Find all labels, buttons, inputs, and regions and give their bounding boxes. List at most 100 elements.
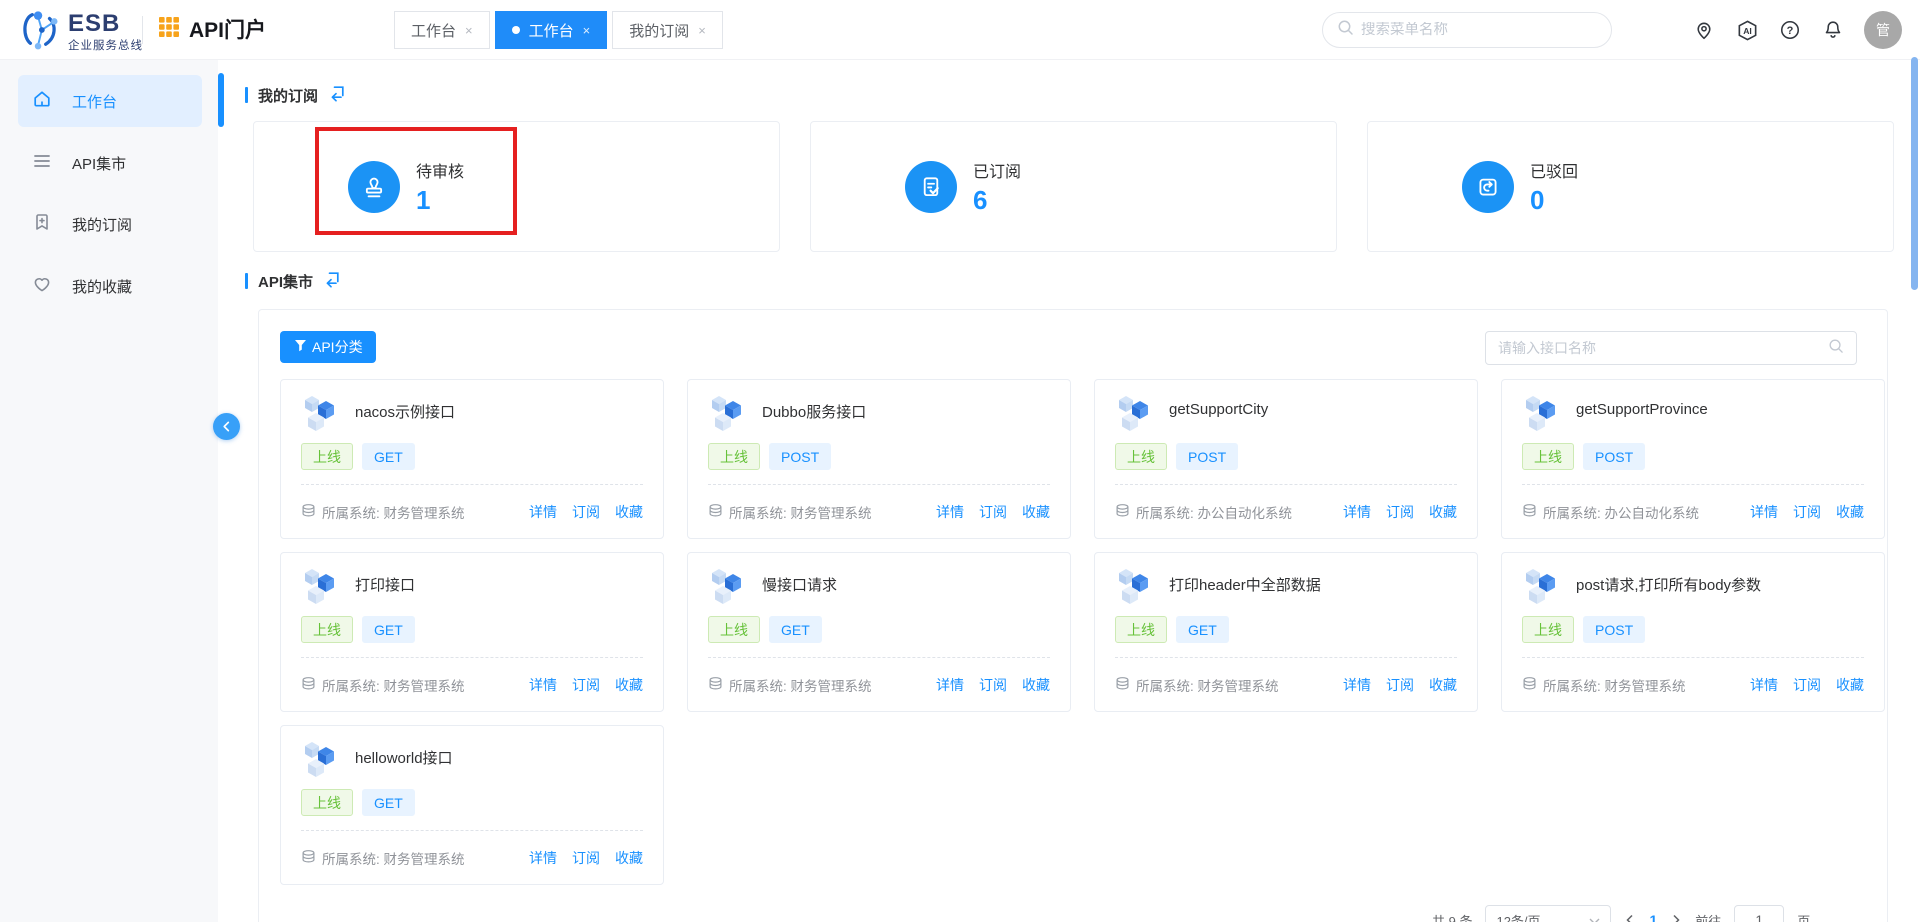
document-check-icon xyxy=(905,161,957,213)
card-action-favorite[interactable]: 收藏 xyxy=(1022,502,1050,522)
sidebar-item-my-subscriptions[interactable]: 我的订阅 xyxy=(18,198,202,250)
sidebar: 工作台 API集市 我的订阅 我的收藏 xyxy=(0,60,218,922)
stats-row: 待审核 1 已订阅 6 已驳回 0 xyxy=(253,121,1894,252)
card-actions: 详情订阅收藏 xyxy=(936,675,1050,695)
method-badge: GET xyxy=(362,443,415,470)
card-action-subscribe[interactable]: 订阅 xyxy=(1793,675,1821,695)
stat-card-rejected[interactable]: 已驳回 0 xyxy=(1367,121,1894,252)
api-name[interactable]: getSupportCity xyxy=(1169,401,1268,418)
api-system-text: 所属系统: 财务管理系统 xyxy=(729,502,872,522)
card-action-detail[interactable]: 详情 xyxy=(1343,675,1371,695)
menu-search[interactable] xyxy=(1322,12,1612,48)
api-name[interactable]: helloworld接口 xyxy=(355,747,453,768)
card-action-subscribe[interactable]: 订阅 xyxy=(979,502,1007,522)
title-accent-bar xyxy=(245,273,248,289)
scrollbar[interactable] xyxy=(1911,57,1918,290)
page-size-select[interactable]: 12条/页 xyxy=(1485,905,1611,922)
api-name[interactable]: Dubbo服务接口 xyxy=(762,401,866,422)
filter-button-label: API分类 xyxy=(312,337,363,357)
database-icon xyxy=(301,849,316,867)
api-card: 慢接口请求 上线 GET 所属系统: 财务管理系统 详情订阅收藏 xyxy=(687,552,1071,712)
api-name[interactable]: 慢接口请求 xyxy=(762,574,837,595)
api-name[interactable]: 打印接口 xyxy=(355,574,415,595)
card-action-favorite[interactable]: 收藏 xyxy=(615,848,643,868)
sidebar-item-workbench[interactable]: 工作台 xyxy=(18,75,202,127)
svg-text:AI: AI xyxy=(1743,25,1752,35)
card-action-favorite[interactable]: 收藏 xyxy=(1836,675,1864,695)
bell-icon[interactable] xyxy=(1821,18,1845,42)
api-name[interactable]: post请求,打印所有body参数 xyxy=(1576,574,1761,595)
database-icon xyxy=(301,676,316,694)
help-icon[interactable]: ? xyxy=(1778,18,1802,42)
api-system-text: 所属系统: 办公自动化系统 xyxy=(1136,502,1292,522)
card-action-subscribe[interactable]: 订阅 xyxy=(1793,502,1821,522)
method-badge: POST xyxy=(1583,616,1645,643)
api-category-filter-button[interactable]: API分类 xyxy=(280,331,376,363)
close-icon[interactable]: × xyxy=(583,23,591,38)
card-actions: 详情订阅收藏 xyxy=(1343,502,1457,522)
location-icon[interactable] xyxy=(1692,18,1716,42)
sidebar-collapse-button[interactable] xyxy=(213,413,240,440)
api-system-text: 所属系统: 财务管理系统 xyxy=(322,848,465,868)
card-action-detail[interactable]: 详情 xyxy=(1343,502,1371,522)
sidebar-item-api-market[interactable]: API集市 xyxy=(18,137,202,189)
ai-assistant-icon[interactable]: AI xyxy=(1735,18,1759,42)
card-action-favorite[interactable]: 收藏 xyxy=(615,502,643,522)
close-icon[interactable]: × xyxy=(698,23,706,38)
card-action-subscribe[interactable]: 订阅 xyxy=(572,502,600,522)
database-icon xyxy=(1115,503,1130,521)
page-size-value: 12条/页 xyxy=(1496,911,1540,922)
stat-card-subscribed[interactable]: 已订阅 6 xyxy=(810,121,1337,252)
jump-to-icon[interactable] xyxy=(323,270,341,293)
card-action-detail[interactable]: 详情 xyxy=(936,502,964,522)
card-action-favorite[interactable]: 收藏 xyxy=(1836,502,1864,522)
card-action-detail[interactable]: 详情 xyxy=(936,675,964,695)
card-action-detail[interactable]: 详情 xyxy=(529,502,557,522)
card-action-favorite[interactable]: 收藏 xyxy=(1429,502,1457,522)
api-system-text: 所属系统: 财务管理系统 xyxy=(322,675,465,695)
status-badge: 上线 xyxy=(1115,443,1167,470)
card-action-favorite[interactable]: 收藏 xyxy=(615,675,643,695)
jump-to-icon[interactable] xyxy=(328,84,346,107)
api-search[interactable] xyxy=(1485,331,1857,365)
card-actions: 详情订阅收藏 xyxy=(529,675,643,695)
api-card: 打印header中全部数据 上线 GET 所属系统: 财务管理系统 详情订阅收藏 xyxy=(1094,552,1478,712)
api-card: Dubbo服务接口 上线 POST 所属系统: 财务管理系统 详情订阅收藏 xyxy=(687,379,1071,539)
card-action-detail[interactable]: 详情 xyxy=(529,675,557,695)
sidebar-item-my-favorites[interactable]: 我的收藏 xyxy=(18,260,202,312)
market-section-title: API集市 xyxy=(245,271,341,291)
card-action-subscribe[interactable]: 订阅 xyxy=(572,848,600,868)
api-search-input[interactable] xyxy=(1498,340,1820,356)
card-action-detail[interactable]: 详情 xyxy=(529,848,557,868)
heart-icon xyxy=(32,274,52,298)
funnel-icon xyxy=(293,338,308,356)
tab-bar: 工作台 × 工作台 × 我的订阅 × xyxy=(394,11,723,49)
goto-page-input[interactable] xyxy=(1734,905,1784,922)
tab-my-subscriptions[interactable]: 我的订阅 × xyxy=(612,11,723,49)
card-action-subscribe[interactable]: 订阅 xyxy=(1386,502,1414,522)
card-action-detail[interactable]: 详情 xyxy=(1750,675,1778,695)
status-badge: 上线 xyxy=(1522,443,1574,470)
prev-page-icon[interactable] xyxy=(1624,914,1636,922)
api-name[interactable]: 打印header中全部数据 xyxy=(1169,574,1321,595)
api-name[interactable]: nacos示例接口 xyxy=(355,401,455,422)
stat-card-pending-review[interactable]: 待审核 1 xyxy=(253,121,780,252)
method-badge: GET xyxy=(362,616,415,643)
avatar[interactable]: 管 xyxy=(1864,11,1902,49)
card-action-subscribe[interactable]: 订阅 xyxy=(572,675,600,695)
search-icon xyxy=(1337,19,1354,41)
card-action-subscribe[interactable]: 订阅 xyxy=(1386,675,1414,695)
card-action-favorite[interactable]: 收藏 xyxy=(1022,675,1050,695)
divider xyxy=(301,657,643,658)
next-page-icon[interactable] xyxy=(1670,914,1682,922)
menu-search-input[interactable] xyxy=(1361,22,1597,38)
card-action-detail[interactable]: 详情 xyxy=(1750,502,1778,522)
api-name[interactable]: getSupportProvince xyxy=(1576,401,1708,418)
current-page[interactable]: 1 xyxy=(1649,912,1657,922)
card-action-favorite[interactable]: 收藏 xyxy=(1429,675,1457,695)
close-icon[interactable]: × xyxy=(465,23,473,38)
tab-workbench-active[interactable]: 工作台 × xyxy=(495,11,608,49)
tab-workbench[interactable]: 工作台 × xyxy=(394,11,490,49)
card-action-subscribe[interactable]: 订阅 xyxy=(979,675,1007,695)
stat-value: 6 xyxy=(973,185,1021,215)
